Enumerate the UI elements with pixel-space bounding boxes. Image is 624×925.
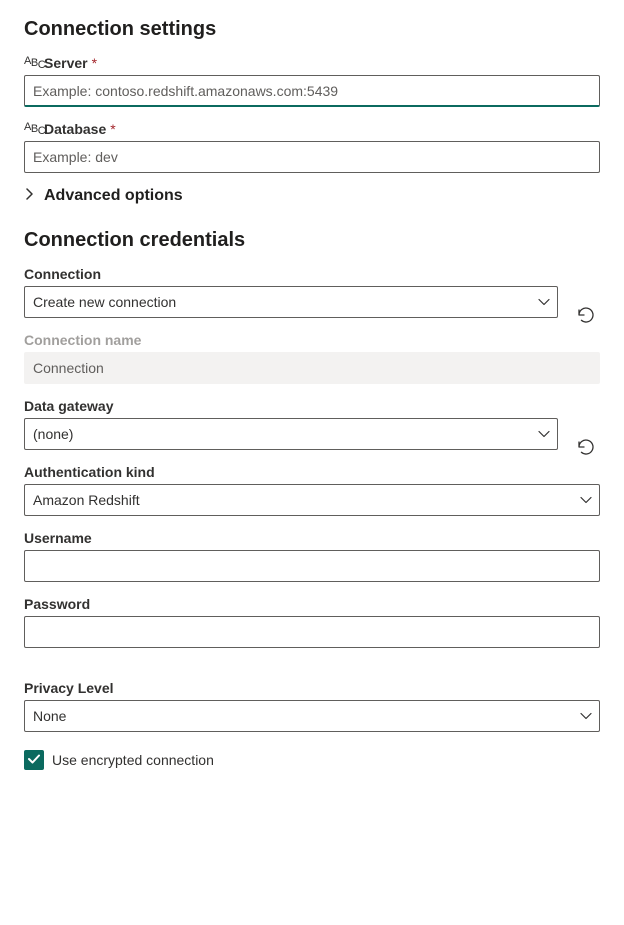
connection-name-input xyxy=(24,352,600,384)
connection-name-field-group: Connection name xyxy=(24,332,600,384)
section-title-settings: Connection settings xyxy=(24,18,600,41)
refresh-connection-button[interactable] xyxy=(572,302,600,330)
check-icon xyxy=(27,752,41,769)
connection-name-label: Connection name xyxy=(24,332,600,348)
data-gateway-selected-value: (none) xyxy=(33,426,73,442)
encrypted-checkbox-label: Use encrypted connection xyxy=(52,752,214,768)
advanced-options-expander[interactable]: Advanced options xyxy=(24,187,600,205)
refresh-icon xyxy=(576,437,596,460)
text-type-icon: B xyxy=(24,58,40,69)
data-gateway-label: Data gateway xyxy=(24,398,558,414)
required-asterisk: * xyxy=(92,55,97,71)
refresh-icon xyxy=(576,305,596,328)
connection-label: Connection xyxy=(24,266,558,282)
auth-kind-field-group: Authentication kind Amazon Redshift xyxy=(24,464,600,516)
data-gateway-select[interactable]: (none) xyxy=(24,418,558,450)
text-type-icon: B xyxy=(24,124,40,135)
data-gateway-row: Data gateway (none) xyxy=(24,398,600,464)
database-label: B Database * xyxy=(24,121,600,137)
server-field-group: B Server * xyxy=(24,55,600,107)
server-input[interactable] xyxy=(24,75,600,107)
username-field-group: Username xyxy=(24,530,600,582)
encrypted-checkbox[interactable] xyxy=(24,750,44,770)
password-input[interactable] xyxy=(24,616,600,648)
password-field-group: Password xyxy=(24,596,600,648)
connection-select[interactable]: Create new connection xyxy=(24,286,558,318)
required-asterisk: * xyxy=(110,121,115,137)
connection-row: Connection Create new connection xyxy=(24,266,600,332)
username-input[interactable] xyxy=(24,550,600,582)
auth-kind-select[interactable]: Amazon Redshift xyxy=(24,484,600,516)
privacy-select[interactable]: None xyxy=(24,700,600,732)
privacy-selected-value: None xyxy=(33,708,66,724)
database-label-text: Database xyxy=(44,121,106,137)
encrypted-checkbox-row: Use encrypted connection xyxy=(24,750,600,770)
privacy-label: Privacy Level xyxy=(24,680,600,696)
auth-kind-selected-value: Amazon Redshift xyxy=(33,492,140,508)
username-label: Username xyxy=(24,530,600,546)
server-label-text: Server xyxy=(44,55,88,71)
database-field-group: B Database * xyxy=(24,121,600,173)
chevron-right-icon xyxy=(24,187,36,205)
connection-settings-section: Connection settings B Server * B Databas… xyxy=(24,18,600,205)
connection-selected-value: Create new connection xyxy=(33,294,176,310)
connection-credentials-section: Connection credentials Connection Create… xyxy=(24,229,600,770)
section-title-credentials: Connection credentials xyxy=(24,229,600,252)
server-label: B Server * xyxy=(24,55,600,71)
privacy-field-group: Privacy Level None xyxy=(24,680,600,732)
advanced-options-label: Advanced options xyxy=(44,187,183,205)
password-label: Password xyxy=(24,596,600,612)
database-input[interactable] xyxy=(24,141,600,173)
refresh-gateway-button[interactable] xyxy=(572,434,600,462)
auth-kind-label: Authentication kind xyxy=(24,464,600,480)
